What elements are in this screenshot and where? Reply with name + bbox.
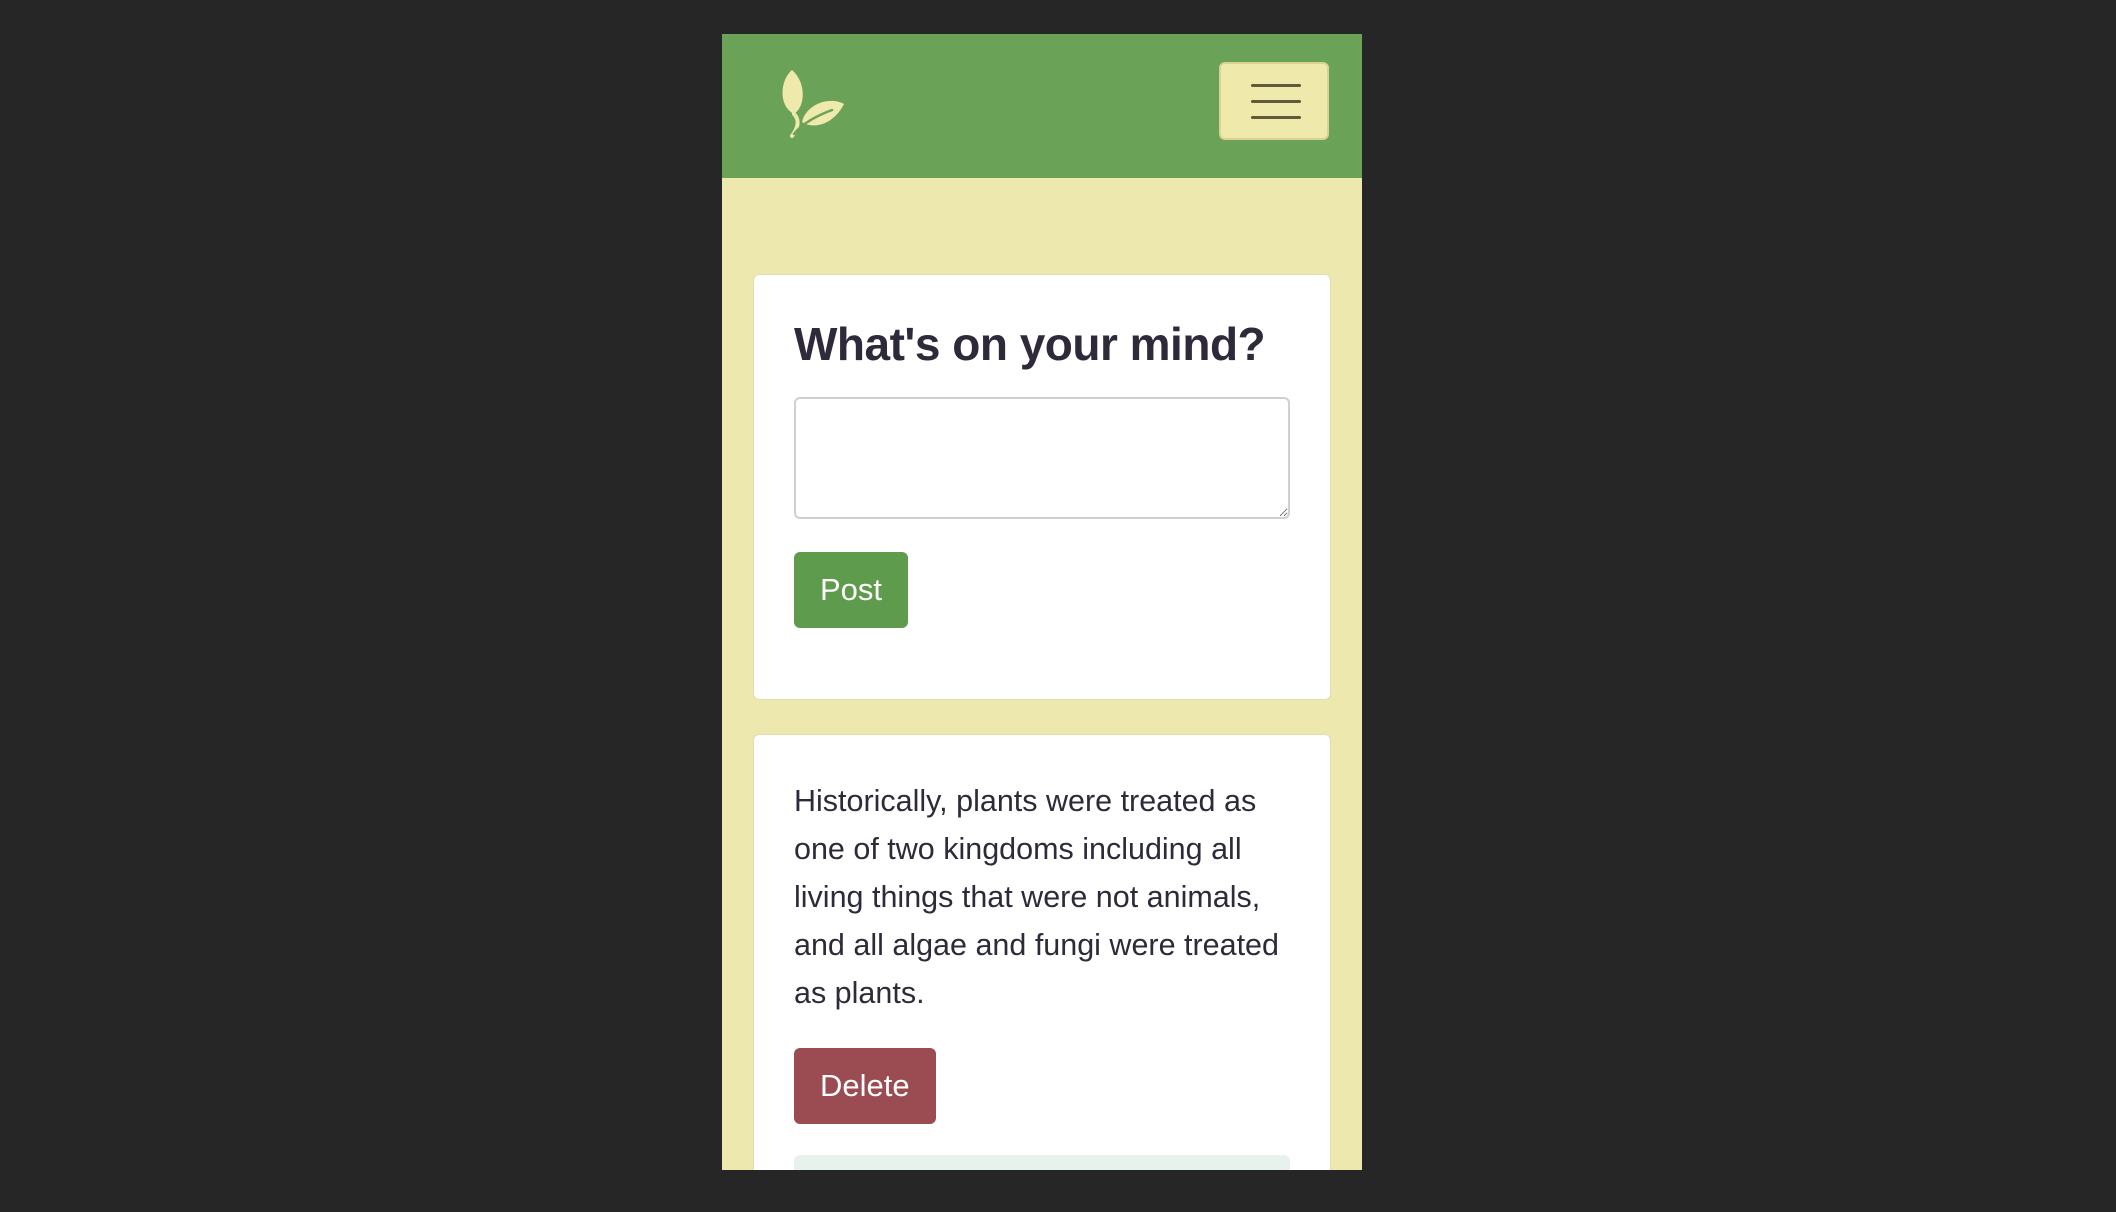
compose-card: What's on your mind? Post: [753, 274, 1331, 700]
delete-button[interactable]: Delete: [794, 1048, 936, 1124]
post-button[interactable]: Post: [794, 552, 909, 628]
compose-title: What's on your mind?: [794, 318, 1266, 370]
leaf-icon[interactable]: [772, 64, 852, 144]
mobile-viewport: What's on your mind? Post Historically, …: [722, 34, 1362, 1170]
menu-toggle-button[interactable]: [1219, 62, 1329, 140]
post-footer-box: [794, 1155, 1290, 1170]
compose-input[interactable]: [794, 397, 1290, 519]
post-text: Historically, plants were treated as one…: [794, 784, 1279, 1010]
post-card: Historically, plants were treated as one…: [753, 734, 1331, 1170]
navbar: [722, 34, 1362, 178]
